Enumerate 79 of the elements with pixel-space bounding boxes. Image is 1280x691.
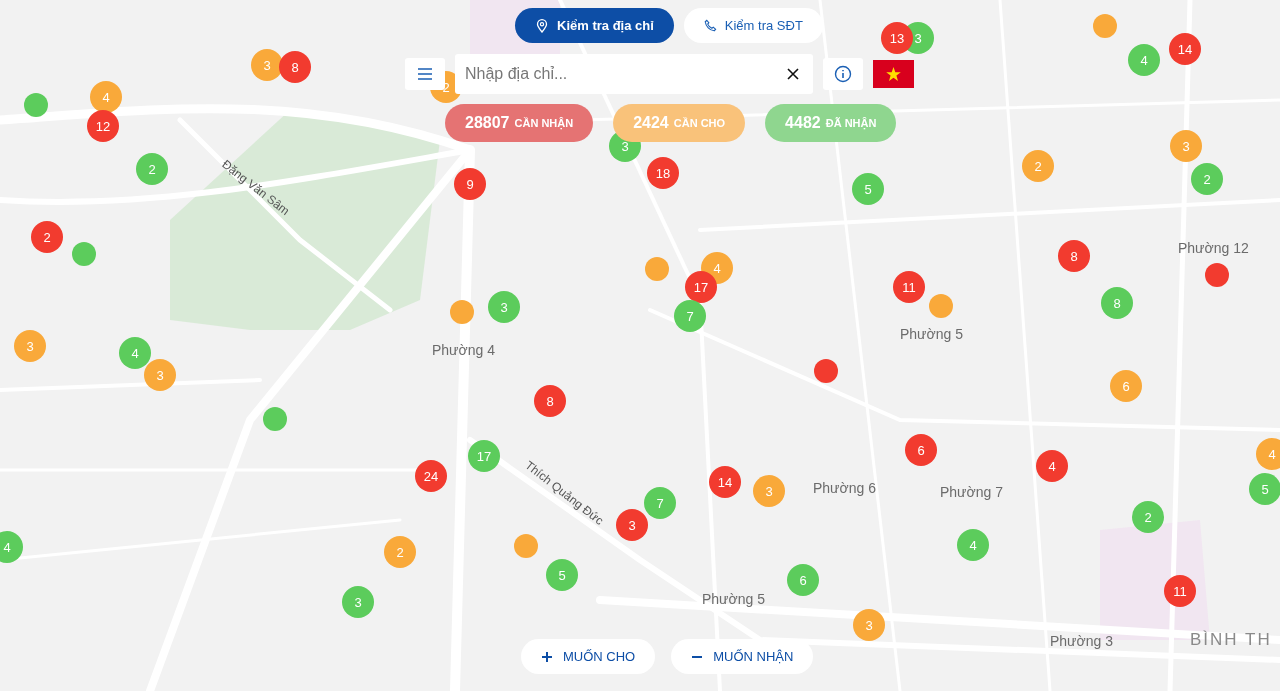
cluster-marker[interactable]: 2 [136, 153, 168, 185]
flag-icon[interactable] [873, 60, 914, 88]
cluster-marker[interactable]: 3 [753, 475, 785, 507]
cluster-marker[interactable]: 4 [1128, 44, 1160, 76]
cluster-marker[interactable] [72, 242, 96, 266]
map-label: Phường 12 [1178, 240, 1249, 256]
map-label: Phường 5 [702, 591, 765, 607]
map-label: Phường 5 [900, 326, 963, 342]
check-tab[interactable]: Kiểm tra SĐT [683, 8, 823, 43]
cluster-marker[interactable]: 7 [644, 487, 676, 519]
map-label: BÌNH TH [1190, 630, 1272, 650]
location-pin-icon [535, 18, 549, 33]
action-button[interactable]: MUỐN CHO [521, 639, 656, 674]
cluster-marker[interactable] [514, 534, 538, 558]
cluster-marker[interactable]: 2 [1132, 501, 1164, 533]
cluster-marker[interactable] [814, 359, 838, 383]
cluster-marker[interactable]: 3 [616, 509, 648, 541]
cluster-marker[interactable]: 4 [119, 337, 151, 369]
cluster-marker[interactable]: 9 [454, 168, 486, 200]
cluster-marker[interactable]: 3 [144, 359, 176, 391]
cluster-marker[interactable]: 6 [905, 434, 937, 466]
cluster-marker[interactable]: 6 [1110, 370, 1142, 402]
cluster-marker[interactable]: 4 [90, 81, 122, 113]
info-button[interactable] [823, 58, 863, 90]
cluster-marker[interactable] [1093, 14, 1117, 38]
cluster-marker[interactable]: 11 [893, 271, 925, 303]
cluster-marker[interactable]: 5 [1249, 473, 1280, 505]
close-icon[interactable] [786, 67, 800, 81]
cluster-marker[interactable]: 3 [251, 49, 283, 81]
stat-pill: 28807 CẦN NHẬN [445, 104, 594, 142]
cluster-marker[interactable]: 8 [1058, 240, 1090, 272]
cluster-marker[interactable] [263, 407, 287, 431]
cluster-marker[interactable]: 3 [853, 609, 885, 641]
cluster-marker[interactable]: 3 [1170, 130, 1202, 162]
cluster-marker[interactable]: 3 [14, 330, 46, 362]
cluster-marker[interactable]: 2 [31, 221, 63, 253]
cluster-marker[interactable]: 17 [468, 440, 500, 472]
cluster-marker[interactable]: 8 [1101, 287, 1133, 319]
cluster-marker[interactable]: 12 [87, 110, 119, 142]
cluster-marker[interactable]: 2 [1022, 150, 1054, 182]
info-icon [834, 65, 852, 83]
map-label: Phường 4 [432, 342, 495, 358]
action-button[interactable]: MUỐN NHẬN [671, 639, 814, 674]
cluster-marker[interactable] [450, 300, 474, 324]
map-label: Phường 3 [1050, 633, 1113, 649]
cluster-marker[interactable]: 2 [384, 536, 416, 568]
cluster-marker[interactable]: 6 [787, 564, 819, 596]
stat-pill: 2424 CẦN CHO [613, 104, 746, 142]
cluster-marker[interactable]: 2 [1191, 163, 1223, 195]
cluster-marker[interactable]: 8 [279, 51, 311, 83]
cluster-marker[interactable]: 4 [957, 529, 989, 561]
cluster-marker[interactable]: 14 [709, 466, 741, 498]
cluster-marker[interactable]: 8 [534, 385, 566, 417]
cluster-marker[interactable] [929, 294, 953, 318]
menu-icon [417, 67, 433, 81]
cluster-marker[interactable]: 24 [415, 460, 447, 492]
cluster-marker[interactable]: 5 [852, 173, 884, 205]
stat-pill: 4482 ĐÃ NHẬN [765, 104, 897, 142]
phone-icon [703, 19, 717, 32]
map-label: Phường 6 [813, 480, 876, 496]
cluster-marker[interactable] [24, 93, 48, 117]
cluster-marker[interactable]: 14 [1169, 33, 1201, 65]
map-label: Phường 7 [940, 484, 1003, 500]
search-field[interactable]: Nhập địa chỉ... [455, 54, 813, 94]
menu-button[interactable] [405, 58, 445, 90]
cluster-marker[interactable]: 5 [546, 559, 578, 591]
cluster-marker[interactable]: 3 [488, 291, 520, 323]
cluster-marker[interactable] [1205, 263, 1229, 287]
cluster-marker[interactable]: 3 [342, 586, 374, 618]
plus-icon [541, 650, 553, 663]
cluster-marker[interactable]: 4 [0, 531, 23, 563]
cluster-marker[interactable] [645, 257, 669, 281]
cluster-marker[interactable]: 4 [1256, 438, 1280, 470]
check-tab[interactable]: Kiểm tra địa chỉ [515, 8, 674, 43]
cluster-marker[interactable]: 7 [674, 300, 706, 332]
cluster-marker[interactable]: 17 [685, 271, 717, 303]
cluster-marker[interactable]: 18 [647, 157, 679, 189]
cluster-marker[interactable]: 13 [881, 22, 913, 54]
cluster-marker[interactable]: 4 [1036, 450, 1068, 482]
